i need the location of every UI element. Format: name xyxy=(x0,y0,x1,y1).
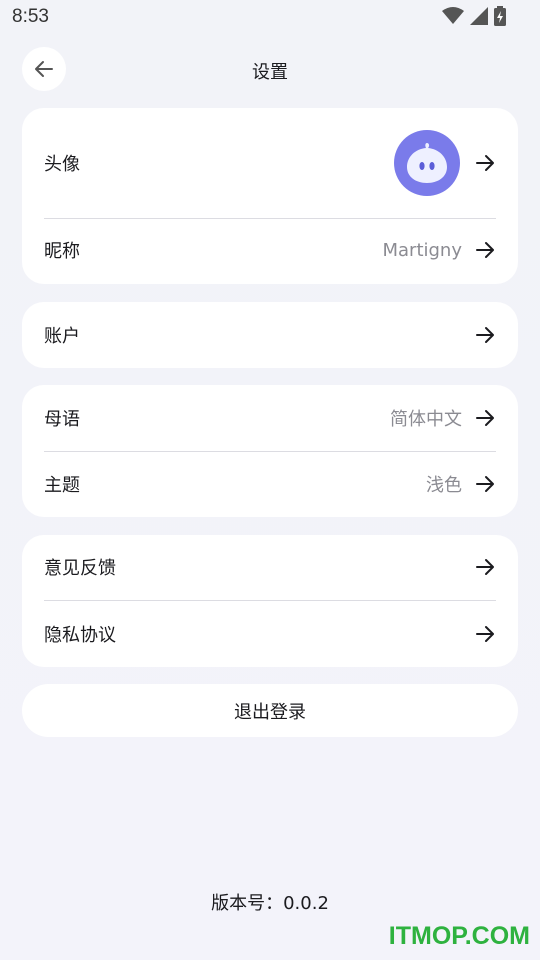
preferences-card: 母语 简体中文 主题 浅色 xyxy=(22,385,518,517)
signal-icon xyxy=(470,7,488,25)
avatar-mascot-icon xyxy=(407,143,447,183)
status-bar: 8:53 xyxy=(0,0,540,36)
arrow-right-icon xyxy=(474,407,496,429)
feedback-row[interactable]: 意见反馈 xyxy=(44,549,496,585)
profile-card: 头像 昵称 Martigny xyxy=(22,108,518,284)
arrow-right-icon xyxy=(474,623,496,645)
wifi-icon xyxy=(442,7,464,24)
arrow-right-icon xyxy=(474,324,496,346)
arrow-right-icon xyxy=(474,556,496,578)
status-time: 8:53 xyxy=(12,6,49,27)
avatar xyxy=(394,130,460,196)
feedback-label: 意见反馈 xyxy=(44,558,116,579)
language-label: 母语 xyxy=(44,409,80,430)
arrow-right-icon xyxy=(474,239,496,261)
status-icons xyxy=(442,6,506,26)
avatar-label: 头像 xyxy=(44,154,80,175)
divider xyxy=(44,218,496,219)
privacy-row[interactable]: 隐私协议 xyxy=(44,616,496,652)
account-label: 账户 xyxy=(44,326,80,347)
theme-row[interactable]: 主题 浅色 xyxy=(44,466,496,502)
page-title: 设置 xyxy=(252,62,288,83)
arrow-right-icon xyxy=(474,473,496,495)
theme-label: 主题 xyxy=(44,475,80,496)
battery-icon xyxy=(494,6,506,26)
divider xyxy=(44,451,496,452)
logout-button[interactable]: 退出登录 xyxy=(22,684,518,737)
account-card: 账户 xyxy=(22,302,518,368)
version-text: 版本号：0.0.2 xyxy=(211,893,329,914)
nickname-value: Martigny xyxy=(382,239,462,261)
language-row[interactable]: 母语 简体中文 xyxy=(44,400,496,436)
language-value: 简体中文 xyxy=(390,409,462,430)
header: 设置 xyxy=(0,46,540,92)
arrow-right-icon xyxy=(474,152,496,174)
misc-card: 意见反馈 隐私协议 xyxy=(22,535,518,667)
account-row[interactable]: 账户 xyxy=(44,317,496,353)
watermark-logo: ITMOP.COM xyxy=(388,922,530,950)
divider xyxy=(44,600,496,601)
theme-value: 浅色 xyxy=(426,475,462,496)
nickname-row[interactable]: 昵称 Martigny xyxy=(44,232,496,268)
avatar-row[interactable]: 头像 xyxy=(44,128,496,198)
nickname-label: 昵称 xyxy=(44,241,80,262)
privacy-label: 隐私协议 xyxy=(44,625,116,646)
